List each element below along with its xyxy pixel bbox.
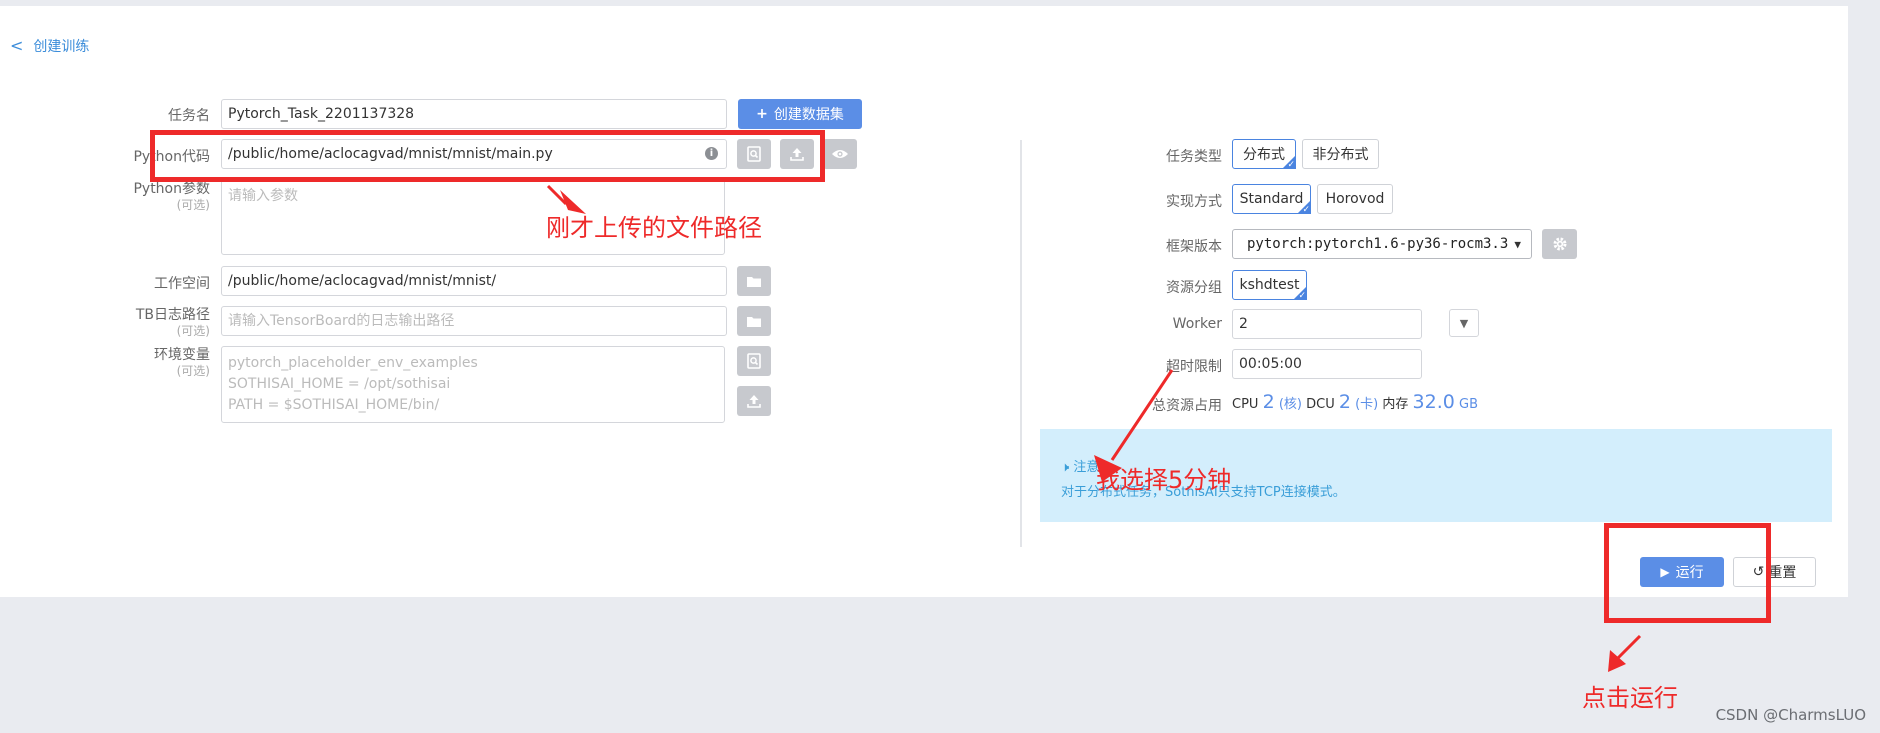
- watermark: CSDN @CharmsLUO: [1715, 706, 1866, 724]
- annotation-arrows: [546, 184, 1642, 672]
- arrow-to-run: [1608, 634, 1642, 672]
- annotation-file-path: 刚才上传的文件路径: [546, 214, 762, 242]
- annotation-run: 点击运行: [1582, 684, 1678, 712]
- annotation-timeout: 我选择5分钟: [1096, 466, 1232, 494]
